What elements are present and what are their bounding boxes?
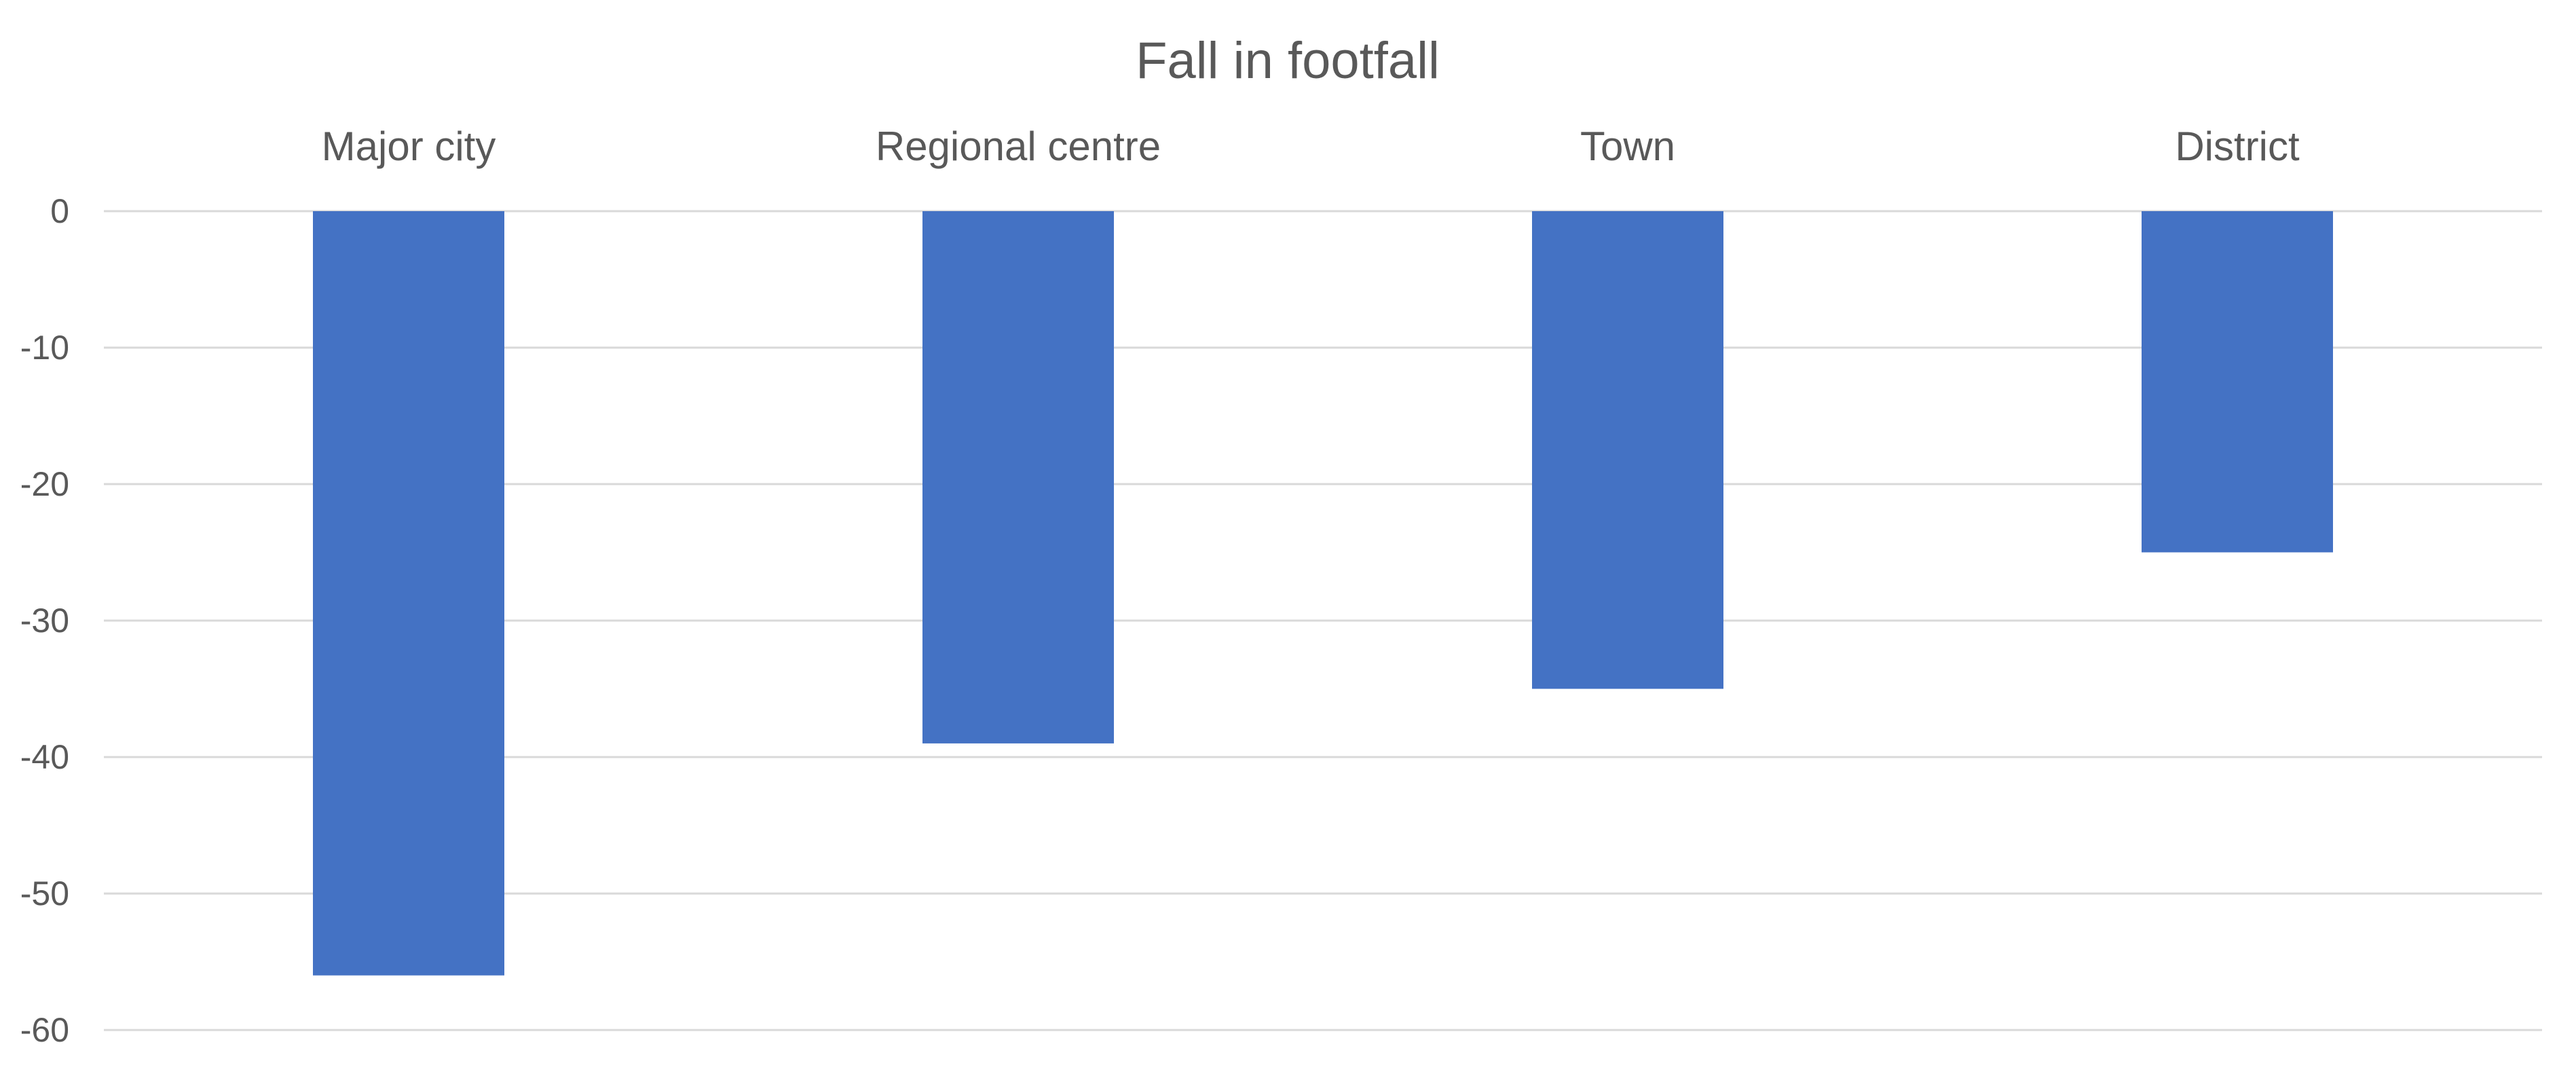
y-tick-label: -10 [20, 329, 69, 367]
y-axis-tick-labels: 0 -10 -20 -30 -40 -50 -60 [20, 192, 69, 1049]
bar-chart: Fall in footfall 0 -10 -20 -30 -40 -50 -60 Maj… [20, 32, 2542, 1049]
y-tick-label: -40 [20, 738, 69, 776]
y-tick-label: -50 [20, 875, 69, 913]
bar-major-city [313, 211, 504, 976]
category-label: District [2175, 124, 2300, 169]
bar-district [2142, 211, 2333, 553]
category-label: Major city [322, 124, 496, 169]
bar-regional-centre [922, 211, 1114, 743]
y-tick-label: -60 [20, 1011, 69, 1049]
category-label: Town [1580, 124, 1675, 169]
chart-title: Fall in footfall [1136, 32, 1440, 90]
category-labels: Major city Regional centre Town District [322, 124, 2300, 169]
y-tick-label: -30 [20, 602, 69, 640]
bars [313, 211, 2333, 976]
bar-town [1532, 211, 1723, 689]
y-tick-label: 0 [50, 192, 69, 230]
y-tick-label: -20 [20, 465, 69, 503]
category-label: Regional centre [876, 124, 1161, 169]
